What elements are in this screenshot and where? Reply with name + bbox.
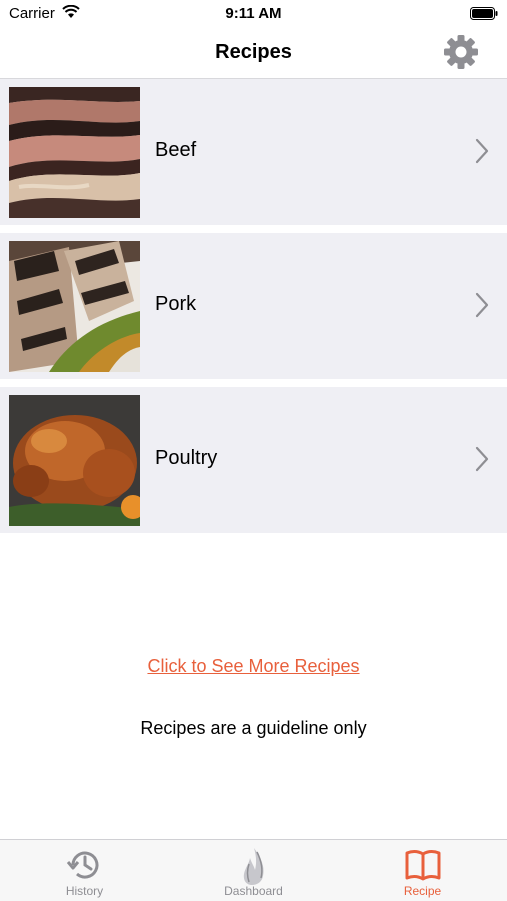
tab-recipe[interactable]: Recipe xyxy=(338,840,507,901)
chevron-right-icon xyxy=(475,292,489,318)
tab-dashboard[interactable]: Dashboard xyxy=(169,840,338,901)
beef-brisket-image xyxy=(9,87,140,218)
category-label-beef: Beef xyxy=(155,139,197,161)
battery-icon xyxy=(470,7,498,20)
chevron-right-icon xyxy=(475,446,489,472)
grilled-pork-image xyxy=(9,241,140,372)
navigation-bar: Recipes xyxy=(0,28,507,79)
category-label-poultry: Poultry xyxy=(155,447,218,469)
gear-icon[interactable] xyxy=(441,32,481,72)
page-title: Recipes xyxy=(215,41,292,63)
status-time: 9:11 AM xyxy=(225,5,282,22)
tab-label-dashboard: Dashboard xyxy=(224,884,283,898)
more-recipes-link[interactable]: Click to See More Recipes xyxy=(0,656,507,677)
flame-icon xyxy=(243,848,264,885)
category-label-pork: Pork xyxy=(155,293,197,315)
category-row-beef[interactable]: Beef xyxy=(0,79,507,225)
tab-label-history: History xyxy=(65,884,104,898)
category-row-pork[interactable]: Pork xyxy=(0,233,507,379)
tab-history[interactable]: History xyxy=(0,840,169,901)
category-row-poultry[interactable]: Poultry xyxy=(0,387,507,533)
tab-label-recipe: Recipe xyxy=(403,884,442,898)
roast-turkey-image xyxy=(9,395,140,526)
disclaimer-text: Recipes are a guideline only xyxy=(140,718,367,738)
status-bar: Carrier 9:11 AM xyxy=(0,0,507,28)
tab-bar: History Dashboard Recipe xyxy=(0,839,507,901)
book-icon xyxy=(405,850,441,881)
chevron-right-icon xyxy=(475,138,489,164)
history-icon xyxy=(66,851,99,879)
